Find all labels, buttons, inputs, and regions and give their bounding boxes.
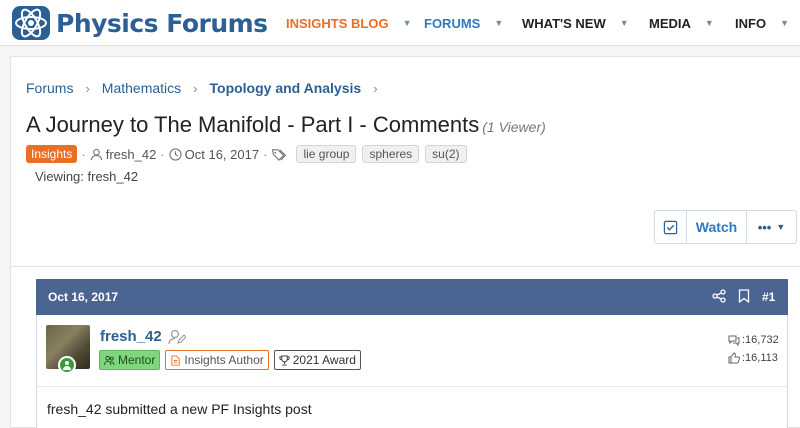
reactions-count: :16,113	[742, 352, 778, 364]
nav-media[interactable]: MEDIA ▼	[649, 0, 714, 46]
breadcrumb: Forums › Mathematics › Topology and Anal…	[26, 80, 390, 96]
role-label: Insights Author	[184, 353, 264, 367]
breadcrumb-mathematics[interactable]: Mathematics	[102, 80, 181, 96]
thread-author[interactable]: fresh_42	[106, 147, 157, 162]
nav-info[interactable]: INFO ▼	[735, 0, 789, 46]
chevron-down-icon[interactable]: ▼	[705, 18, 714, 28]
breadcrumb-topology[interactable]: Topology and Analysis	[210, 80, 362, 96]
post-divider	[36, 386, 788, 387]
post-date[interactable]: Oct 16, 2017	[48, 290, 118, 304]
caret-down-icon: ▼	[776, 222, 786, 232]
online-status-icon	[58, 356, 76, 374]
thread-meta: Insights · fresh_42 · Oct 16, 2017 · lie…	[26, 144, 467, 164]
post-number[interactable]: #1	[762, 290, 775, 304]
nav-label: INFO	[735, 15, 767, 31]
user-roles: Mentor Insights Author 2021 Award	[99, 350, 366, 370]
nav-label: WHAT'S NEW	[522, 15, 606, 31]
chevron-down-icon[interactable]: ▼	[780, 18, 789, 28]
messages-count: :16,732	[742, 334, 779, 346]
bookmark-icon[interactable]	[738, 289, 750, 303]
thread-date[interactable]: Oct 16, 2017	[185, 147, 259, 162]
chevron-down-icon[interactable]: ▼	[494, 18, 503, 28]
checkbox-icon	[663, 220, 678, 234]
insights-author-badge: Insights Author	[165, 350, 269, 370]
site-header: Physics Forums INSIGHTS BLOG ▼ FORUMS ▼ WH…	[0, 0, 800, 46]
chevron-right-icon: ›	[85, 80, 90, 96]
role-label: 2021 Award	[292, 353, 356, 367]
thread-actions: Watch ••• ▼	[654, 210, 797, 244]
nav-label: INSIGHTS BLOG	[286, 15, 389, 31]
clock-icon	[169, 147, 182, 161]
select-checkbox[interactable]	[655, 211, 687, 243]
divider	[10, 266, 800, 267]
thread-title: A Journey to The Manifold - Part I - Com…	[26, 112, 480, 137]
trophy-icon	[279, 354, 290, 366]
share-icon[interactable]	[712, 289, 726, 303]
nav-forums[interactable]: FORUMS ▼	[424, 0, 503, 46]
mentor-icon	[104, 355, 115, 365]
award-badge: 2021 Award	[273, 350, 361, 370]
site-logo[interactable]: Physics Forums	[8, 2, 268, 44]
tags-icon	[272, 148, 287, 161]
comments-icon	[728, 335, 740, 346]
insights-prefix-badge[interactable]: Insights	[26, 145, 78, 163]
post-author: fresh_42	[100, 328, 186, 345]
more-label: •••	[757, 219, 772, 235]
user-edit-icon	[168, 329, 186, 344]
chevron-right-icon: ›	[193, 80, 198, 96]
tag-lie-group[interactable]: lie group	[296, 145, 357, 163]
chevron-down-icon[interactable]: ▼	[403, 18, 412, 28]
document-icon	[171, 354, 180, 366]
post-body: fresh_42 submitted a new PF Insights pos…	[47, 401, 312, 417]
watch-button[interactable]: Watch	[687, 211, 747, 243]
tag-spheres[interactable]: spheres	[362, 145, 420, 163]
nav-whats-new[interactable]: WHAT'S NEW ▼	[522, 0, 629, 46]
user-stats: :16,732 :16,113	[728, 331, 779, 367]
nav-label: MEDIA	[649, 15, 691, 31]
page-title: A Journey to The Manifold - Part I - Com…	[26, 112, 546, 138]
username-link[interactable]: fresh_42	[100, 328, 162, 345]
role-label: Mentor	[118, 353, 156, 367]
post-header: Oct 16, 2017 #1	[36, 279, 788, 315]
nav-label: FORUMS	[424, 15, 481, 31]
chevron-right-icon: ›	[373, 80, 378, 96]
breadcrumb-forums[interactable]: Forums	[26, 80, 73, 96]
reactions-stat: :16,113	[728, 349, 779, 367]
chevron-down-icon[interactable]: ▼	[620, 18, 629, 28]
logo-text: Physics Forums	[56, 8, 268, 38]
thumbs-up-icon	[728, 352, 740, 364]
viewer-count: (1 Viewer)	[482, 119, 546, 135]
tag-su2[interactable]: su(2)	[425, 145, 467, 163]
user-icon	[90, 148, 102, 160]
atom-logo-icon	[12, 6, 50, 40]
mentor-badge: Mentor	[99, 350, 161, 370]
nav-insights-blog[interactable]: INSIGHTS BLOG ▼	[286, 0, 411, 46]
viewing-list: Viewing: fresh_42	[35, 169, 139, 184]
more-options-button[interactable]: ••• ▼	[747, 211, 796, 243]
messages-stat: :16,732	[728, 331, 779, 349]
user-icon	[63, 361, 71, 370]
